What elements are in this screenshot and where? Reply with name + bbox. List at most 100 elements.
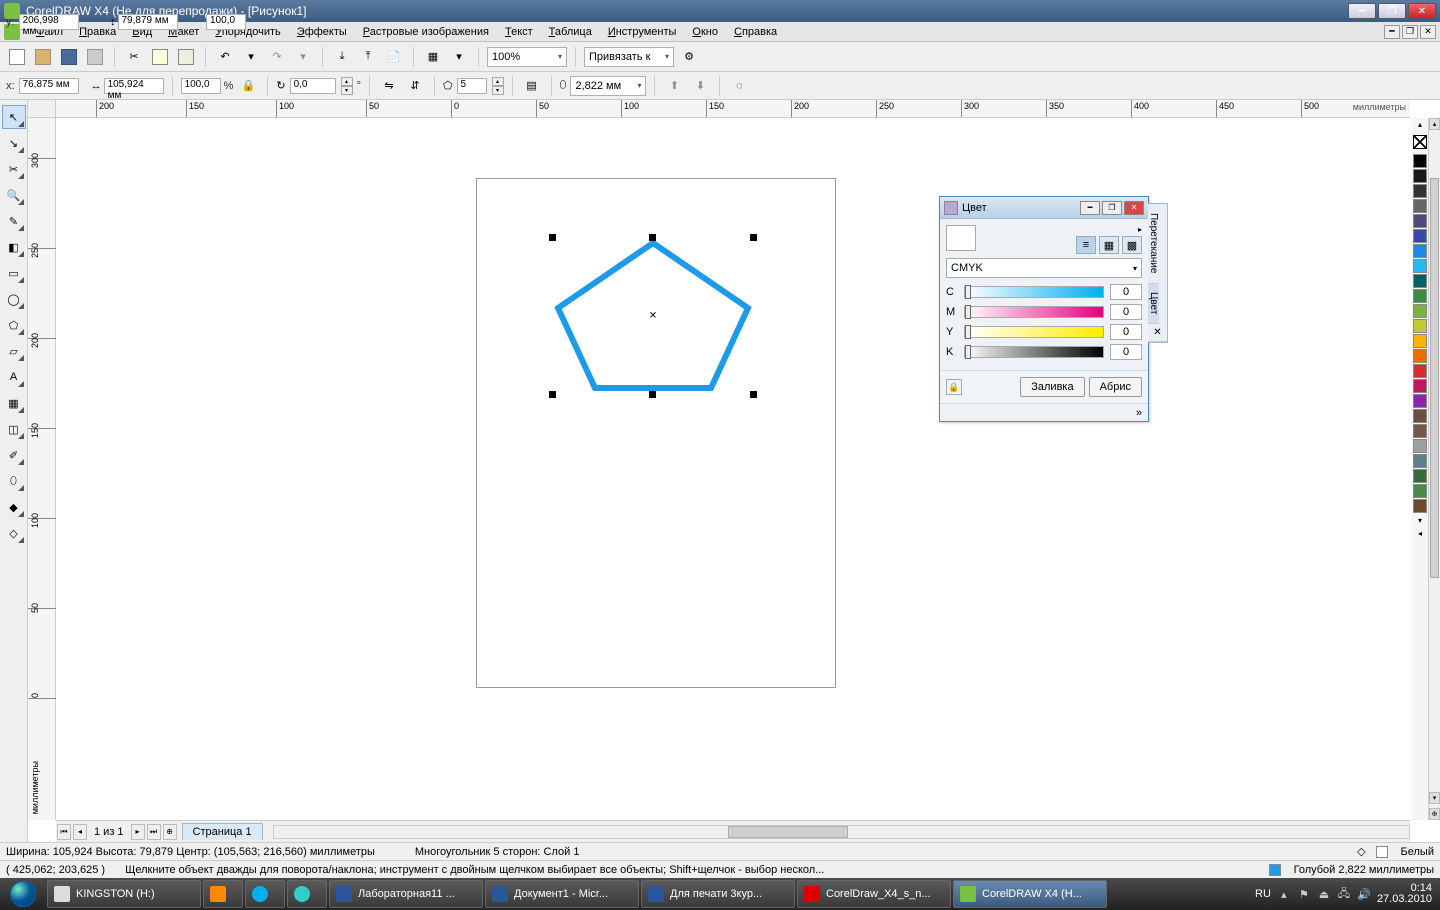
- app-launcher-button[interactable]: ▦: [422, 46, 444, 68]
- horizontal-scrollbar[interactable]: [273, 825, 1410, 839]
- fill-swatch[interactable]: [1376, 846, 1388, 858]
- interactive-tool[interactable]: ◫: [2, 417, 26, 441]
- menu-table[interactable]: Таблица: [541, 24, 600, 40]
- palette-swatch-4[interactable]: [1413, 214, 1427, 228]
- sidetab-color[interactable]: Цвет: [1148, 284, 1159, 324]
- k-value[interactable]: 0: [1110, 344, 1142, 360]
- palette-swatch-5[interactable]: [1413, 229, 1427, 243]
- palette-swatch-18[interactable]: [1413, 424, 1427, 438]
- palette-swatch-14[interactable]: [1413, 364, 1427, 378]
- palette-flyout[interactable]: ◂: [1418, 529, 1422, 538]
- start-button[interactable]: [0, 878, 46, 910]
- docker-expand-bar[interactable]: »: [940, 403, 1148, 421]
- palette-swatch-19[interactable]: [1413, 439, 1427, 453]
- ellipse-tool[interactable]: ◯: [2, 287, 26, 311]
- snap-combo[interactable]: Привязать к: [584, 47, 674, 67]
- tray-safely-remove-icon[interactable]: ⏏: [1317, 887, 1331, 901]
- y-slider[interactable]: [964, 326, 1104, 338]
- k-slider[interactable]: [964, 346, 1104, 358]
- palette-swatch-22[interactable]: [1413, 484, 1427, 498]
- mirror-h-button[interactable]: ⇋: [378, 75, 400, 97]
- last-page-button[interactable]: ⏭: [147, 824, 161, 840]
- first-page-button[interactable]: ⏮: [57, 824, 71, 840]
- new-button[interactable]: [6, 46, 28, 68]
- wrap-text-button[interactable]: ▤: [521, 75, 543, 97]
- c-slider[interactable]: [964, 286, 1104, 298]
- lock-ratio-button[interactable]: 🔒: [237, 75, 259, 97]
- redo-dropdown[interactable]: ▾: [292, 46, 314, 68]
- outline-swatch[interactable]: [1269, 864, 1281, 876]
- color-preview-swatch[interactable]: [946, 225, 976, 251]
- m-slider[interactable]: [964, 306, 1104, 318]
- docker-close-button[interactable]: ✕: [1124, 201, 1144, 215]
- menu-help[interactable]: Справка: [726, 24, 785, 40]
- vertical-ruler[interactable]: 300 250 200 150 100 50 0 миллиметры: [28, 118, 56, 820]
- publish-button[interactable]: 📄: [383, 46, 405, 68]
- palette-swatch-15[interactable]: [1413, 379, 1427, 393]
- taskbar-kingston[interactable]: KINGSTON (H:): [47, 880, 201, 908]
- outline-width-combo[interactable]: 2,822 мм: [570, 76, 646, 96]
- undo-button[interactable]: ↶: [214, 46, 236, 68]
- lock-button[interactable]: 🔒: [946, 379, 962, 395]
- taskbar-pdf[interactable]: CorelDraw_X4_s_n...: [797, 880, 951, 908]
- selection-handle-se[interactable]: [750, 391, 757, 398]
- taskbar-wmp[interactable]: [203, 880, 243, 908]
- sides-input[interactable]: 5: [457, 78, 487, 94]
- paste-button[interactable]: [175, 46, 197, 68]
- scroll-up-button[interactable]: ▴: [1429, 118, 1440, 130]
- vscroll-thumb[interactable]: [1430, 178, 1439, 578]
- palette-swatch-3[interactable]: [1413, 199, 1427, 213]
- palette-swatch-1[interactable]: [1413, 169, 1427, 183]
- mdi-minimize-button[interactable]: ━: [1384, 25, 1400, 39]
- docker-tab-palette[interactable]: ▩: [1122, 236, 1142, 254]
- nav-button[interactable]: ⊕: [1429, 808, 1440, 820]
- selection-handle-nw[interactable]: [549, 234, 556, 241]
- rotation-spinner[interactable]: ▴▾: [341, 77, 353, 95]
- cut-button[interactable]: ✂: [123, 46, 145, 68]
- sidetab-close[interactable]: ✕: [1148, 324, 1167, 342]
- docker-tab-viewer[interactable]: ▦: [1099, 236, 1119, 254]
- sides-spinner[interactable]: ▴▾: [492, 77, 504, 95]
- palette-swatch-17[interactable]: [1413, 409, 1427, 423]
- table-tool[interactable]: ▦: [2, 391, 26, 415]
- selection-handle-sw[interactable]: [549, 391, 556, 398]
- palette-swatch-11[interactable]: [1413, 319, 1427, 333]
- crop-tool[interactable]: ✂: [2, 157, 26, 181]
- x-input[interactable]: 76,875 мм: [19, 78, 79, 94]
- outline-tool[interactable]: ⬯: [2, 469, 26, 493]
- docker-tab-sliders[interactable]: ≡: [1076, 236, 1096, 254]
- to-back-button[interactable]: ⬇: [689, 75, 711, 97]
- fill-tool[interactable]: ◆: [2, 495, 26, 519]
- pick-tool[interactable]: ↖: [2, 105, 26, 129]
- polygon-tool[interactable]: ⬠: [2, 313, 26, 337]
- copy-button[interactable]: [149, 46, 171, 68]
- no-color-swatch[interactable]: [1413, 135, 1427, 149]
- rectangle-tool[interactable]: ▭: [2, 261, 26, 285]
- convert-curves-button[interactable]: ◌: [728, 75, 750, 97]
- palette-swatch-9[interactable]: [1413, 289, 1427, 303]
- taskbar-word3[interactable]: Для печати 3кур...: [641, 880, 795, 908]
- to-front-button[interactable]: ⬆: [663, 75, 685, 97]
- selection-handle-s[interactable]: [649, 391, 656, 398]
- menu-text[interactable]: Текст: [497, 24, 541, 40]
- canvas[interactable]: ✕ Цвет ━ ❐ ✕ ▸: [56, 118, 1410, 820]
- basic-shapes-tool[interactable]: ▱: [2, 339, 26, 363]
- horizontal-ruler[interactable]: 200 150 100 50 0 50 100 150 200 250 300 …: [56, 100, 1410, 118]
- hscroll-thumb[interactable]: [728, 826, 848, 838]
- add-page-button[interactable]: ⊕: [163, 824, 177, 840]
- palette-swatch-7[interactable]: [1413, 259, 1427, 273]
- tray-volume-icon[interactable]: 🔊: [1357, 887, 1371, 901]
- freehand-tool[interactable]: ✎: [2, 209, 26, 233]
- menu-bitmaps[interactable]: Растровые изображения: [355, 24, 497, 40]
- fill-button[interactable]: Заливка: [1020, 377, 1084, 397]
- shape-tool[interactable]: ↘: [2, 131, 26, 155]
- color-model-combo[interactable]: CMYK: [946, 258, 1142, 278]
- mdi-restore-button[interactable]: ❐: [1402, 25, 1418, 39]
- page-tab-1[interactable]: Страница 1: [182, 823, 263, 840]
- window-close-button[interactable]: ✕: [1408, 3, 1436, 19]
- palette-swatch-12[interactable]: [1413, 334, 1427, 348]
- zoom-tool[interactable]: 🔍: [2, 183, 26, 207]
- width-input[interactable]: 105,924 мм: [104, 78, 164, 94]
- palette-swatch-13[interactable]: [1413, 349, 1427, 363]
- tray-show-hidden[interactable]: ▴: [1277, 887, 1291, 901]
